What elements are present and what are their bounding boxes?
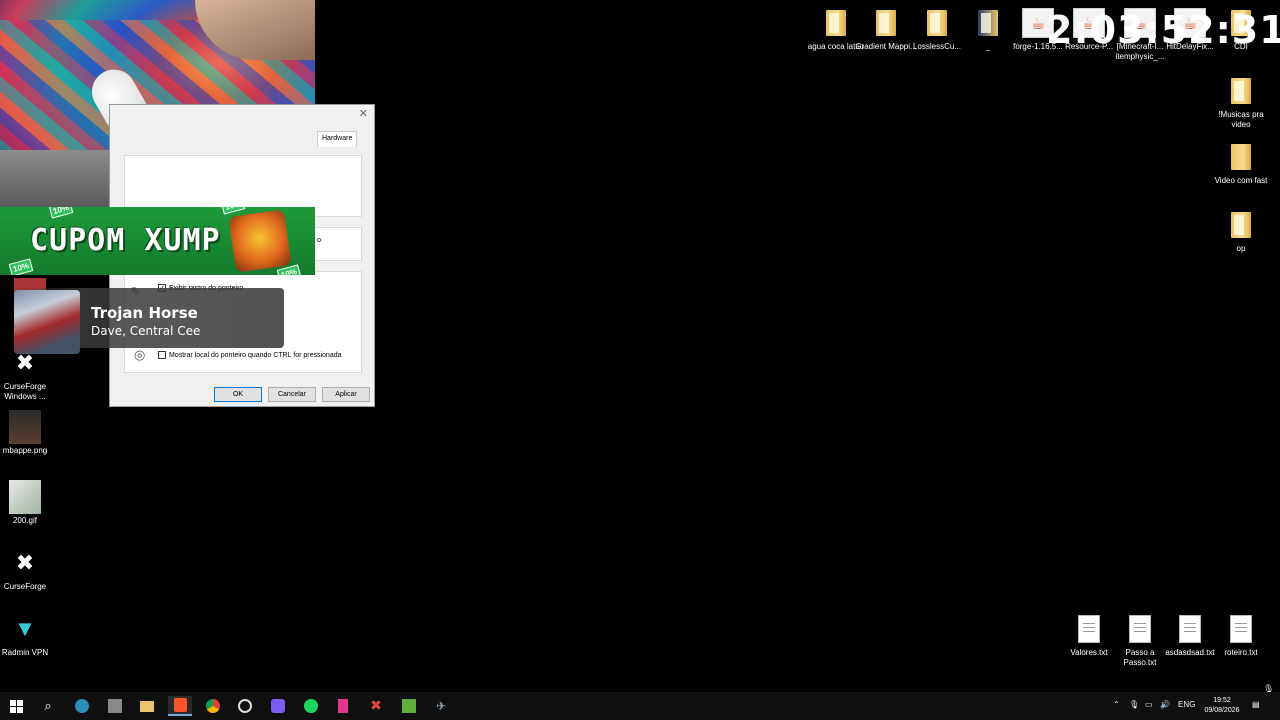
text-file-icon	[1225, 612, 1257, 646]
banner-text: CUPOM XUMP	[30, 223, 221, 258]
taskbar-clock[interactable]: 19:52 09/08/2026	[1202, 696, 1242, 716]
chrome-icon[interactable]	[201, 696, 225, 716]
track-artist: Dave, Central Cee	[91, 324, 201, 338]
start-button[interactable]	[4, 696, 28, 716]
curseforge-icon: ✖	[15, 550, 35, 575]
ctrl-location-checkbox[interactable]	[158, 351, 166, 359]
album-cover	[14, 290, 80, 354]
ok-button[interactable]: OK	[214, 387, 262, 402]
track-title: Trojan Horse	[91, 304, 198, 322]
desktop-icon-radmin[interactable]: ▼ Radmin VPN	[0, 612, 55, 658]
app-icon[interactable]	[331, 696, 355, 716]
image-icon	[9, 480, 41, 514]
desktop-icon-label: mbappe.png	[2, 446, 48, 455]
app-icon[interactable]	[103, 696, 127, 716]
desktop-icon-txt[interactable]: roteiro.txt	[1211, 612, 1271, 658]
discount-tag: 10%	[220, 207, 246, 215]
file-explorer-icon[interactable]	[135, 696, 159, 716]
text-file-icon	[1174, 612, 1206, 646]
volume-icon[interactable]: 🔊	[1160, 700, 1170, 709]
partial-label: o	[317, 237, 321, 244]
radmin-vpn-icon: ▼	[14, 616, 36, 641]
option-ctrl-location[interactable]: Mostrar local do ponteiro quando CTRL fo…	[158, 351, 342, 359]
taskbar-date: 09/08/2026	[1204, 707, 1240, 714]
edge-browser-icon[interactable]	[70, 696, 94, 716]
desktop-icon-folder[interactable]: op	[1211, 208, 1271, 254]
desktop-icon-curseforge-windows[interactable]: ✖ CurseForge Windows ...	[0, 346, 55, 402]
taskbar: ⌕ ✖ ✈ ⌃ 🎙 ▭ 🔊 ENG 19:52 09/08/2026 ▤	[0, 692, 1280, 720]
desktop-icon-label: 200.gif	[12, 516, 38, 525]
desktop-icon-folder[interactable]: !Musicas pra video	[1211, 74, 1271, 130]
desktop-icon-label: CurseForge Windows ...	[3, 382, 47, 401]
banner-logo	[228, 209, 292, 273]
ctrl-location-label: Mostrar local do ponteiro quando CTRL fo…	[169, 351, 342, 359]
desktop-icon-label: Radmin VPN	[1, 648, 49, 657]
network-icon[interactable]: ▭	[1145, 700, 1153, 709]
folder-icon	[921, 6, 953, 40]
curseforge-icon: ✖	[15, 350, 35, 375]
microphone-icon[interactable]: 🎙	[1129, 700, 1139, 709]
windows-logo-icon	[9, 699, 23, 713]
spotify-icon[interactable]	[299, 696, 323, 716]
cancel-button[interactable]: Cancelar	[268, 387, 316, 402]
text-file-icon	[1073, 612, 1105, 646]
close-icon[interactable]: ✕	[359, 107, 368, 120]
folder-icon	[1225, 74, 1257, 108]
tab-hardware[interactable]: Hardware	[317, 131, 358, 147]
taskbar-time: 19:52	[1213, 697, 1231, 704]
desktop-icon-gif[interactable]: 200.gif	[0, 480, 55, 526]
desktop-icon-folder[interactable]: Video com fast	[1211, 140, 1271, 186]
desktop-icon-curseforge[interactable]: ✖ CurseForge	[0, 546, 55, 592]
folder-icon	[1225, 140, 1257, 174]
language-indicator[interactable]: ENG	[1178, 700, 1195, 709]
text-file-icon	[1124, 612, 1156, 646]
discount-tag: 10%	[48, 207, 74, 219]
folder-icon	[820, 6, 852, 40]
image-icon	[9, 410, 41, 444]
app-icon[interactable]: ✈	[429, 696, 453, 716]
minecraft-icon[interactable]	[397, 696, 421, 716]
pointer-location-icon: ◎	[134, 347, 146, 362]
notification-icon[interactable]: ▤	[1252, 700, 1260, 709]
desktop-icon-mbappe[interactable]: mbappe.png	[0, 410, 55, 456]
folder-icon	[972, 6, 1004, 40]
stream-clock-overlay: 2:03:52:31	[1046, 8, 1280, 52]
desktop-icon-label: op	[1236, 244, 1246, 253]
app-grid-icon[interactable]	[266, 696, 290, 716]
desktop-icon-label: CurseForge	[3, 582, 47, 591]
obs-icon[interactable]	[233, 696, 257, 716]
desktop-icon-label: roteiro.txt	[1224, 648, 1258, 657]
search-icon[interactable]: ⌕	[36, 696, 60, 716]
now-playing-widget: Trojan Horse Dave, Central Cee	[14, 288, 284, 354]
desktop-icon-label: !Musicas pra video	[1218, 110, 1264, 129]
chevron-up-icon[interactable]: ⌃	[1113, 700, 1120, 709]
curseforge-icon[interactable]: ✖	[364, 696, 388, 716]
promo-banner: 10% 10% 10% 10% CUPOM XUMP	[0, 207, 315, 275]
brave-browser-icon[interactable]	[168, 696, 192, 716]
desktop-icon-label: Video com fast	[1214, 176, 1268, 185]
folder-icon	[1225, 208, 1257, 242]
apply-button[interactable]: Aplicar	[322, 387, 370, 402]
folder-icon	[870, 6, 902, 40]
discount-tag: 10%	[8, 258, 34, 275]
